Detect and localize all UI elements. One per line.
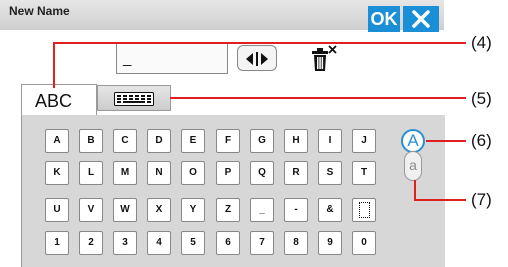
key[interactable]: - [284, 198, 308, 222]
key[interactable]: W [113, 198, 137, 222]
key[interactable]: C [113, 129, 137, 153]
tab-abc[interactable]: ABC [21, 84, 97, 116]
left-right-arrows-icon [246, 52, 268, 66]
key[interactable]: U [45, 198, 69, 222]
trash-icon [312, 45, 337, 71]
key[interactable]: H [284, 129, 308, 153]
name-input-value: _ [123, 50, 132, 67]
key[interactable]: 9 [318, 231, 342, 255]
ok-button[interactable]: OK [368, 6, 400, 32]
key[interactable]: E [181, 129, 205, 153]
key[interactable]: 0 [352, 231, 376, 255]
title-bar: New Name OK [0, 0, 444, 32]
dialog-title: New Name [9, 4, 70, 18]
key[interactable]: _ [250, 198, 274, 222]
tab-abc-label: ABC [35, 91, 73, 111]
delete-button[interactable] [306, 44, 338, 74]
key[interactable]: 2 [79, 231, 103, 255]
lowercase-button[interactable]: a [404, 151, 422, 181]
key[interactable]: P [216, 161, 240, 185]
key[interactable]: I [318, 129, 342, 153]
key[interactable]: O [181, 161, 205, 185]
close-icon [412, 10, 430, 28]
key[interactable]: 7 [250, 231, 274, 255]
key[interactable]: R [284, 161, 308, 185]
key[interactable]: N [147, 161, 171, 185]
keyboard-icon [114, 92, 154, 106]
key[interactable]: 1 [45, 231, 69, 255]
key[interactable]: Y [181, 198, 205, 222]
tab-keyboard[interactable] [97, 85, 171, 111]
key[interactable]: 8 [284, 231, 308, 255]
callout-4: (4) [471, 33, 492, 52]
key[interactable]: L [79, 161, 103, 185]
key[interactable]: 5 [181, 231, 205, 255]
key[interactable]: 6 [216, 231, 240, 255]
key[interactable]: X [147, 198, 171, 222]
key[interactable]: J [352, 129, 376, 153]
key[interactable]: & [318, 198, 342, 222]
cursor-move-button[interactable] [237, 45, 277, 71]
key[interactable]: M [113, 161, 137, 185]
key[interactable]: D [147, 129, 171, 153]
callout-6: (6) [471, 131, 492, 150]
space-icon [358, 202, 370, 218]
key[interactable]: Z [216, 198, 240, 222]
key[interactable]: G [250, 129, 274, 153]
key[interactable]: T [352, 161, 376, 185]
close-button[interactable] [403, 6, 439, 32]
key[interactable]: 4 [147, 231, 171, 255]
key[interactable]: A [45, 129, 69, 153]
uppercase-button[interactable]: A [401, 129, 425, 153]
key[interactable]: V [79, 198, 103, 222]
new-name-dialog: New Name OK _ ABC A B C D E F G H I J K … [0, 0, 445, 267]
key[interactable]: F [216, 129, 240, 153]
name-input[interactable]: _ [116, 43, 228, 74]
key[interactable]: S [318, 161, 342, 185]
key[interactable]: K [45, 161, 69, 185]
key[interactable]: Q [250, 161, 274, 185]
key-space[interactable] [352, 198, 376, 222]
key[interactable]: 3 [113, 231, 137, 255]
callout-7: (7) [471, 190, 492, 209]
callout-5: (5) [471, 89, 492, 108]
key[interactable]: B [79, 129, 103, 153]
